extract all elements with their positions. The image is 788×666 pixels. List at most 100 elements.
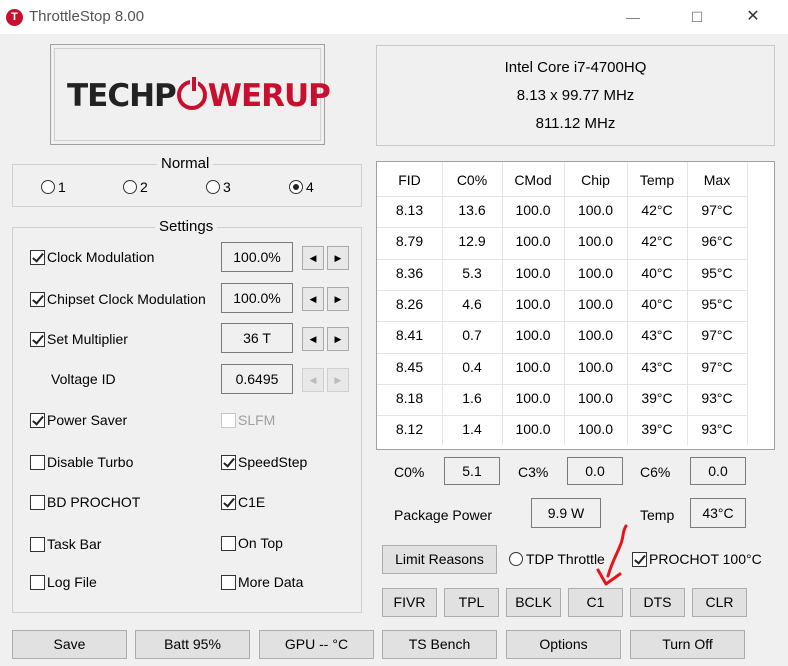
cell-cmod: 100.0 [515,358,551,375]
cell-c0: 1.4 [462,421,482,438]
cell-cmod: 100.0 [515,327,551,344]
cell-fid: 8.13 [395,202,424,218]
cell-temp: 39°C [641,421,673,438]
checkbox-disabled-icon [221,413,236,428]
cell-max: 93°C [701,389,733,406]
disable-turbo-checkbox[interactable]: Disable Turbo [30,454,133,470]
chipset-clock-increase[interactable]: ▶ [327,287,349,311]
radio-icon[interactable] [123,180,137,194]
battery-button[interactable]: Batt 95% [135,630,250,659]
table-row-separator [377,289,747,291]
radio-icon[interactable] [509,552,523,566]
checkbox-checked-icon[interactable] [30,332,45,347]
radio-icon[interactable] [41,180,55,194]
clock-modulation-checkbox[interactable]: Clock Modulation [30,249,154,265]
table-row-separator [377,196,747,197]
turn-off-button[interactable]: Turn Off [630,630,745,659]
cell-chip: 100.0 [577,358,614,375]
header-cmod: CMod [514,172,552,188]
cell-fid: 8.45 [395,358,424,375]
multiplier-decrease[interactable]: ◀ [302,327,324,351]
logo-text-right: WERUP [207,78,331,114]
options-button[interactable]: Options [506,630,621,659]
checkbox-icon[interactable] [30,455,45,470]
chipset-clock-decrease[interactable]: ◀ [302,287,324,311]
checkbox-icon[interactable] [30,495,45,510]
bd-prochot-checkbox[interactable]: BD PROCHOT [30,494,140,510]
checkbox-checked-icon[interactable] [221,455,236,470]
cell-c0: 1.6 [462,389,482,406]
c0-label: C0% [394,464,425,480]
task-bar-checkbox[interactable]: Task Bar [30,536,101,552]
profile-radio-2[interactable]: 2 [123,179,148,195]
voltage-id-decrease: ◀ [302,368,324,392]
logo-text-left: TECHP [67,78,177,114]
cell-max: 97°C [701,202,733,218]
save-button[interactable]: Save [12,630,127,659]
dts-button[interactable]: DTS [630,588,685,617]
clock-modulation-decrease[interactable]: ◀ [302,246,324,270]
cell-chip: 100.0 [577,295,614,312]
multiplier-increase[interactable]: ▶ [327,327,349,351]
package-power-label: Package Power [394,507,493,523]
red-arrow-annotation-icon [596,524,628,586]
checkbox-checked-icon[interactable] [30,250,45,265]
power-saver-checkbox[interactable]: Power Saver [30,412,127,428]
bclk-button[interactable]: BCLK [506,588,561,617]
checkbox-checked-icon[interactable] [30,413,45,428]
cell-fid: 8.12 [395,421,424,438]
c1-button[interactable]: C1 [568,588,623,617]
set-multiplier-checkbox[interactable]: Set Multiplier [30,331,128,347]
cell-chip: 100.0 [577,233,614,250]
limit-reasons-button[interactable]: Limit Reasons [382,545,497,574]
close-button[interactable]: ✕ [730,4,776,30]
window-title: ThrottleStop 8.00 [29,8,145,25]
cell-temp: 42°C [641,202,673,218]
cell-fid: 8.41 [395,327,424,344]
cell-temp: 39°C [641,389,673,406]
gpu-button[interactable]: GPU -- °C [259,630,374,659]
cell-temp: 43°C [641,327,673,344]
cell-fid: 8.26 [395,295,424,312]
checkbox-icon[interactable] [221,575,236,590]
speedstep-checkbox[interactable]: SpeedStep [221,454,307,470]
cell-chip: 100.0 [577,327,614,344]
techpowerup-logo: TECHP WERUP [50,44,331,145]
c1e-checkbox[interactable]: C1E [221,494,265,510]
slfm-checkbox: SLFM [221,412,275,428]
cpu-name: Intel Core i7-4700HQ [504,59,647,76]
checkbox-icon[interactable] [221,536,236,551]
radio-icon[interactable] [206,180,220,194]
profile-radio-1[interactable]: 1 [41,179,66,195]
fivr-button[interactable]: FIVR [382,588,437,617]
cell-max: 95°C [701,264,733,281]
checkbox-icon[interactable] [30,537,45,552]
c0-value: 5.1 [444,457,500,485]
maximize-button[interactable]: ☐ [674,4,720,30]
radio-selected-icon[interactable] [289,180,303,194]
profile-radio-3[interactable]: 3 [206,179,231,195]
tpl-button[interactable]: TPL [444,588,499,617]
cell-c0: 5.3 [462,264,482,281]
log-file-checkbox[interactable]: Log File [30,574,97,590]
checkbox-checked-icon[interactable] [30,292,45,307]
ts-bench-button[interactable]: TS Bench [382,630,497,659]
profile-radio-4[interactable]: 4 [289,179,314,195]
minimize-button[interactable]: — [610,4,656,30]
chipset-clock-checkbox[interactable]: Chipset Clock Modulation [30,291,206,307]
cell-max: 97°C [701,358,733,375]
package-temp-value: 43°C [690,498,746,528]
more-data-checkbox[interactable]: More Data [221,574,303,590]
checkbox-icon[interactable] [30,575,45,590]
checkbox-checked-icon[interactable] [221,495,236,510]
clock-modulation-increase[interactable]: ▶ [327,246,349,270]
cell-cmod: 100.0 [515,389,551,406]
clr-button[interactable]: CLR [692,588,747,617]
settings-title: Settings [155,218,218,235]
c3-value: 0.0 [567,457,623,485]
on-top-checkbox[interactable]: On Top [221,535,283,551]
cell-fid: 8.36 [395,264,424,281]
prochot-checkbox[interactable]: PROCHOT 100°C [632,551,762,567]
cell-c0: 12.9 [458,233,486,250]
cpu-info-panel: Intel Core i7-4700HQ 8.13 x 99.77 MHz 81… [376,45,775,146]
